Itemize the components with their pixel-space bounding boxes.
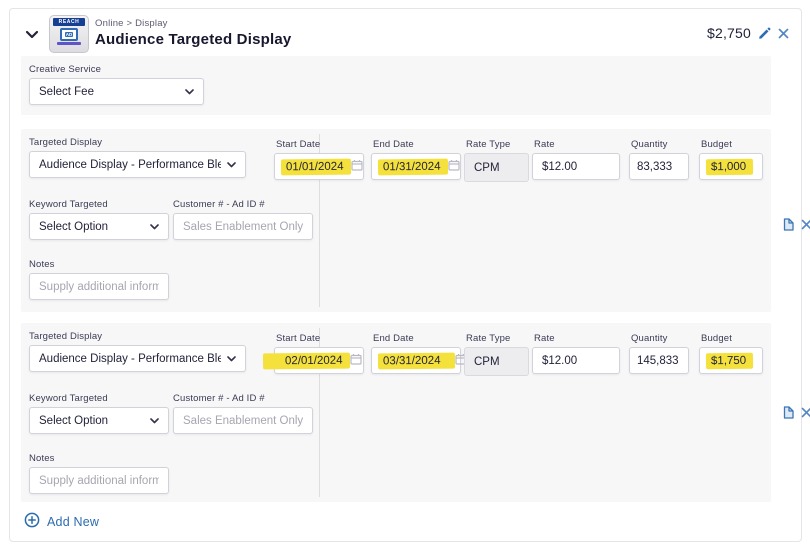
rate-type-field: CPM bbox=[464, 347, 529, 376]
duplicate-row-icon[interactable] bbox=[781, 217, 795, 232]
edit-pencil-icon[interactable] bbox=[758, 27, 771, 40]
creative-service-select[interactable]: Select Fee bbox=[29, 78, 204, 105]
highlighted-date: 03/31/2024 bbox=[378, 352, 455, 369]
targeted-display-select[interactable]: Audience Display - Performance Bler bbox=[29, 151, 246, 178]
notes-label: Notes bbox=[29, 259, 55, 270]
quantity-label: Quantity bbox=[631, 139, 668, 150]
calendar-icon[interactable] bbox=[448, 159, 460, 174]
end-date-input[interactable]: 03/31/2024 bbox=[371, 347, 461, 374]
highlighted-budget: $1,750 bbox=[706, 352, 753, 368]
start-date-label: Start Date bbox=[276, 333, 320, 344]
reach-logo-banner: REACH bbox=[53, 18, 85, 26]
end-date-input[interactable]: 01/31/2024 bbox=[371, 153, 461, 180]
rate-type-label: Rate Type bbox=[466, 139, 510, 150]
collapse-chevron-icon[interactable] bbox=[25, 30, 39, 39]
quantity-label: Quantity bbox=[631, 333, 668, 344]
plus-circle-icon bbox=[24, 512, 40, 531]
rate-input[interactable]: $12.00 bbox=[532, 347, 620, 374]
rate-type-field: CPM bbox=[464, 153, 529, 182]
rate-label: Rate bbox=[534, 333, 555, 344]
product-card: REACH AD Online > Display Audience Targe… bbox=[9, 8, 802, 542]
customer-ad-id-input[interactable] bbox=[173, 407, 313, 434]
delete-row-icon[interactable] bbox=[801, 407, 810, 418]
creative-service-label: Creative Service bbox=[29, 64, 101, 75]
notes-input[interactable] bbox=[29, 273, 169, 300]
rate-input[interactable]: $12.00 bbox=[532, 153, 620, 180]
chevron-down-icon bbox=[227, 353, 236, 365]
page: REACH AD Online > Display Audience Targe… bbox=[0, 0, 810, 547]
page-title: Audience Targeted Display bbox=[95, 31, 291, 48]
notes-input[interactable] bbox=[29, 467, 169, 494]
delete-row-icon[interactable] bbox=[801, 219, 810, 230]
rate-label: Rate bbox=[534, 139, 555, 150]
breadcrumb: Online > Display bbox=[95, 18, 291, 29]
keyword-targeted-select[interactable]: Select Option bbox=[29, 407, 169, 434]
calendar-icon[interactable] bbox=[350, 353, 362, 368]
end-date-label: End Date bbox=[373, 139, 414, 150]
start-date-input[interactable]: 01/01/2024 bbox=[274, 153, 364, 180]
keyword-targeted-select[interactable]: Select Option bbox=[29, 213, 169, 240]
budget-input[interactable]: $1,000 bbox=[699, 153, 763, 180]
start-date-label: Start Date bbox=[276, 139, 320, 150]
quantity-input[interactable]: 83,333 bbox=[629, 153, 689, 180]
budget-input[interactable]: $1,750 bbox=[699, 347, 763, 374]
keyword-targeted-label: Keyword Targeted bbox=[29, 393, 108, 404]
customer-ad-id-label: Customer # - Ad ID # bbox=[173, 393, 265, 404]
budget-label: Budget bbox=[701, 333, 732, 344]
rate-type-label: Rate Type bbox=[466, 333, 510, 344]
highlighted-date: 01/01/2024 bbox=[281, 158, 351, 175]
ad-monitor-icon: AD bbox=[60, 28, 78, 41]
duplicate-row-icon[interactable] bbox=[781, 405, 795, 420]
remove-product-icon[interactable] bbox=[778, 28, 789, 39]
highlighted-budget: $1,000 bbox=[706, 158, 753, 174]
notes-label: Notes bbox=[29, 453, 55, 464]
chevron-down-icon bbox=[150, 415, 159, 427]
add-new-button[interactable]: Add New bbox=[24, 512, 99, 531]
line-item-row: Targeted Display Audience Display - Perf… bbox=[21, 323, 771, 502]
highlighted-date: 01/31/2024 bbox=[378, 158, 448, 175]
quantity-input[interactable]: 145,833 bbox=[629, 347, 689, 374]
add-new-label: Add New bbox=[47, 515, 99, 529]
start-date-input[interactable]: 02/01/2024 bbox=[274, 347, 364, 374]
targeted-display-label: Targeted Display bbox=[29, 137, 102, 148]
line-item-row: Targeted Display Audience Display - Perf… bbox=[21, 129, 771, 312]
chevron-down-icon bbox=[185, 86, 194, 98]
creative-service-section: Creative Service Select Fee bbox=[21, 56, 771, 115]
customer-ad-id-input[interactable] bbox=[173, 213, 313, 240]
end-date-label: End Date bbox=[373, 333, 414, 344]
highlighted-date: 02/01/2024 bbox=[263, 352, 350, 369]
chevron-down-icon bbox=[227, 159, 236, 171]
customer-ad-id-label: Customer # - Ad ID # bbox=[173, 199, 265, 210]
total-price: $2,750 bbox=[707, 25, 751, 41]
calendar-icon[interactable] bbox=[351, 159, 363, 174]
keyword-targeted-label: Keyword Targeted bbox=[29, 199, 108, 210]
chevron-down-icon bbox=[150, 221, 159, 233]
reach-product-logo: REACH AD bbox=[49, 15, 89, 53]
targeted-display-label: Targeted Display bbox=[29, 331, 102, 342]
targeted-display-select[interactable]: Audience Display - Performance Bler bbox=[29, 345, 246, 372]
budget-label: Budget bbox=[701, 139, 732, 150]
